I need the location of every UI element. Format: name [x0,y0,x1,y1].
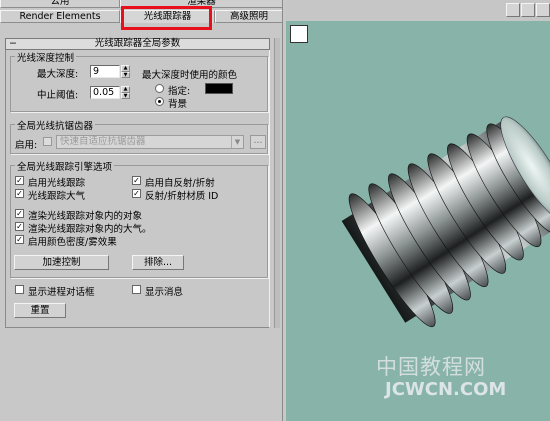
minimize-icon[interactable] [506,3,520,17]
antialias-enable-checkbox[interactable] [43,137,52,146]
exclude-button[interactable]: 排除... [132,255,184,270]
tab-render-elements[interactable]: Render Elements [0,10,120,23]
checkbox-show-progress[interactable] [15,285,24,294]
label-raytrace-atmosphere: 光线跟踪大气 [28,191,86,202]
reset-button[interactable]: 重置 [14,303,66,318]
background-label: 背景 [168,99,188,110]
background-radio[interactable] [155,97,164,106]
maximize-icon[interactable] [521,3,535,17]
checkbox-raytrace-atmosphere[interactable]: ✓ [15,189,24,198]
max-depth-spinner[interactable]: 9 ▲ ▼ [90,65,130,78]
checkbox-enable-raytracing[interactable]: ✓ [15,176,24,185]
label-color-density-fog: 启用颜色密度/雾效果 [28,237,117,248]
rollout-title: 光线跟踪器全局参数 [94,38,181,49]
render-viewport: 中国教程网 JCWCN.COM [286,0,550,421]
max-depth-label: 最大深度: [37,69,79,80]
specify-label: 指定: [168,86,191,97]
specify-color-swatch[interactable] [205,83,233,94]
checkbox-color-density-fog[interactable]: ✓ [15,235,24,244]
spinner-down-icon[interactable]: ▼ [121,71,130,78]
rollout-header[interactable]: − 光线跟踪器全局参数 [5,38,270,50]
tab-raytracer[interactable]: 光线跟踪器 [120,10,215,23]
label-enable-raytracing: 启用光线跟踪 [28,178,86,189]
tab-row: Render Elements 光线跟踪器 高级照明 [0,10,282,23]
collapse-icon[interactable]: − [9,39,17,49]
max-depth-input[interactable]: 9 [90,65,120,78]
label-atmosphere-inside: 渲染光线跟踪对象内的大气。 [28,224,152,235]
chevron-down-icon: ▼ [231,136,243,148]
checkbox-show-messages[interactable] [132,285,141,294]
viewport-toolbar [286,0,550,21]
antialias-preset-dropdown[interactable]: 快速自适应抗锯齿器 ▼ [56,135,244,149]
rendered-image: 中国教程网 JCWCN.COM [286,21,550,421]
label-self-reflect: 启用自反射/折射 [145,178,215,189]
scrollbar[interactable] [274,38,280,328]
cutoff-input[interactable]: 0.05 [90,86,120,99]
label-material-id: 反射/折射材质 ID [145,191,219,202]
ray-depth-group-title: 光线深度控制 [15,50,77,64]
tab-advanced-lighting[interactable]: 高级照明 [215,10,282,23]
antialias-enable-label: 启用: [15,140,38,151]
checkbox-material-id[interactable]: ✓ [132,189,141,198]
watermark-chinese: 中国教程网 [376,355,486,379]
tab-row-top: 公用 渲染器 [0,0,282,8]
watermark-url: JCWCN.COM [385,379,507,400]
specify-radio[interactable] [155,84,164,93]
checkbox-objects-inside[interactable]: ✓ [15,209,24,218]
tab-common[interactable]: 公用 [0,0,120,8]
label-show-progress: 显示进程对话框 [28,287,95,298]
antialias-group-title: 全局光线抗锯齿器 [15,118,96,132]
antialias-options-button[interactable]: ... [250,135,266,149]
checkbox-atmosphere-inside[interactable]: ✓ [15,222,24,231]
render-setup-panel: 公用 渲染器 Render Elements 光线跟踪器 高级照明 − 光线跟踪… [0,0,283,421]
spinner-down-icon[interactable]: ▼ [121,92,130,99]
cutoff-spinner[interactable]: 0.05 ▲ ▼ [90,86,130,99]
engine-options-group-title: 全局光线跟踪引擎选项 [15,159,115,173]
tab-renderer[interactable]: 渲染器 [120,0,282,8]
cutoff-label: 中止阈值: [37,90,79,101]
acceleration-controls-button[interactable]: 加速控制 [14,255,109,270]
antialias-preset-value: 快速自适应抗锯齿器 [60,136,146,147]
max-depth-color-label: 最大深度时使用的颜色 [142,70,238,81]
label-objects-inside: 渲染光线跟踪对象内的对象 [28,211,143,222]
checkbox-self-reflect[interactable]: ✓ [132,176,141,185]
viewport-window-buttons [506,3,550,17]
close-icon[interactable] [536,3,550,17]
label-show-messages: 显示消息 [145,287,184,298]
